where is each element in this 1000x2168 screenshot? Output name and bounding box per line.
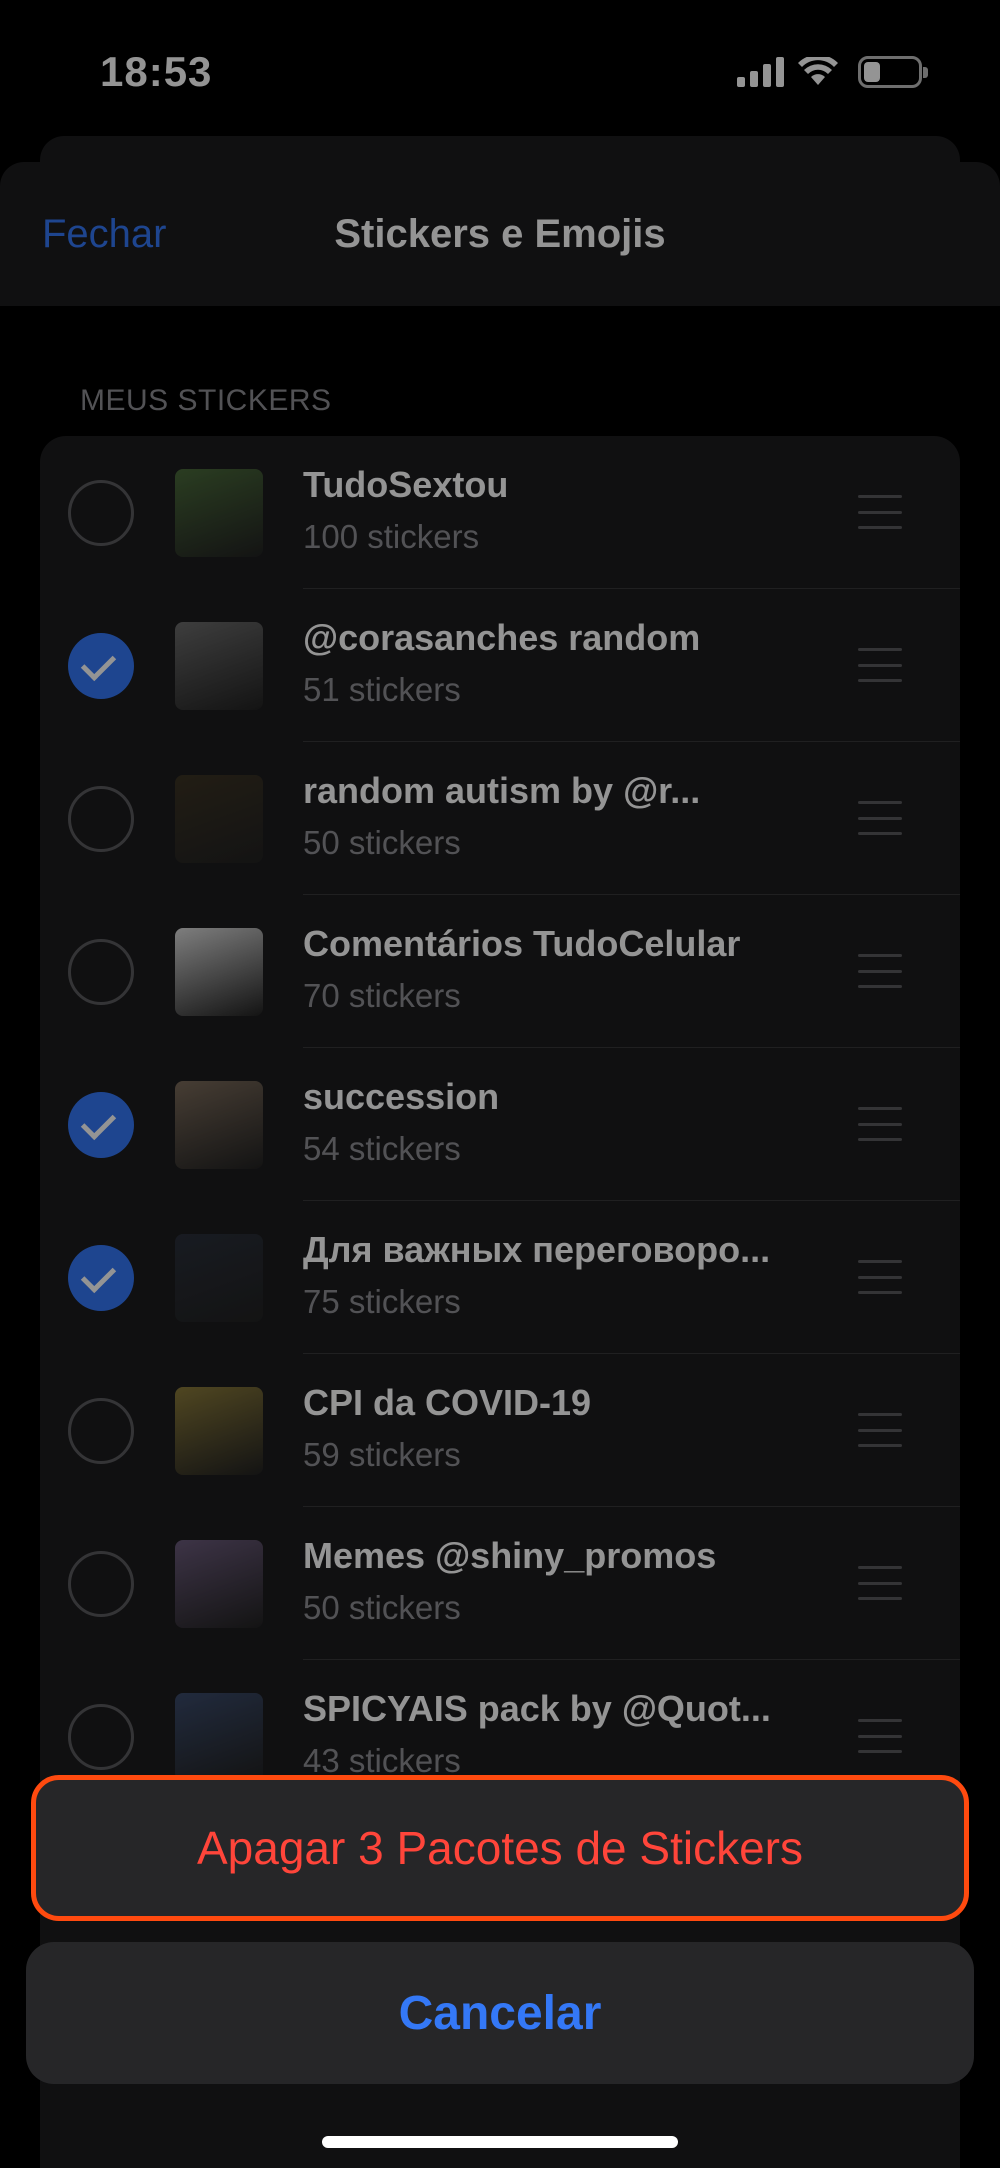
home-indicator (322, 2136, 678, 2148)
delete-packs-label: Apagar 3 Pacotes de Stickers (197, 1822, 803, 1874)
cancel-label: Cancelar (398, 1986, 602, 2040)
delete-packs-button[interactable]: Apagar 3 Pacotes de Stickers (31, 1775, 969, 1921)
cancel-button[interactable]: Cancelar (26, 1942, 974, 2084)
